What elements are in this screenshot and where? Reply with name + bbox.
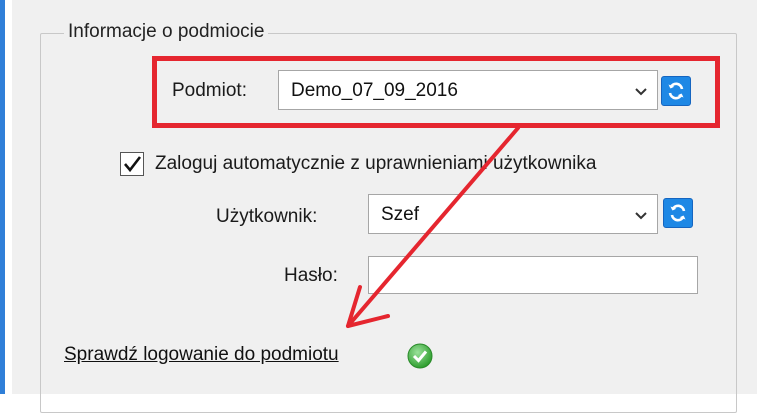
- chevron-down-icon: [633, 207, 649, 223]
- annotation-highlight-box: [152, 56, 720, 128]
- password-input[interactable]: [368, 256, 698, 294]
- groupbox-title: Informacje o podmiocie: [64, 20, 269, 44]
- user-label: Użytkownik:: [216, 206, 318, 227]
- user-refresh-button[interactable]: [663, 198, 693, 228]
- window-left-accent: [0, 0, 5, 394]
- user-select-value: Szef: [381, 204, 420, 225]
- user-select[interactable]: Szef: [368, 194, 658, 234]
- check-login-link[interactable]: Sprawdź logowanie do podmiotu: [64, 343, 339, 367]
- success-check-icon: [406, 342, 434, 370]
- password-label: Hasło:: [284, 265, 338, 286]
- autologin-checkbox[interactable]: [120, 152, 144, 176]
- autologin-label: Zaloguj automatycznie z uprawnieniami uż…: [155, 153, 597, 174]
